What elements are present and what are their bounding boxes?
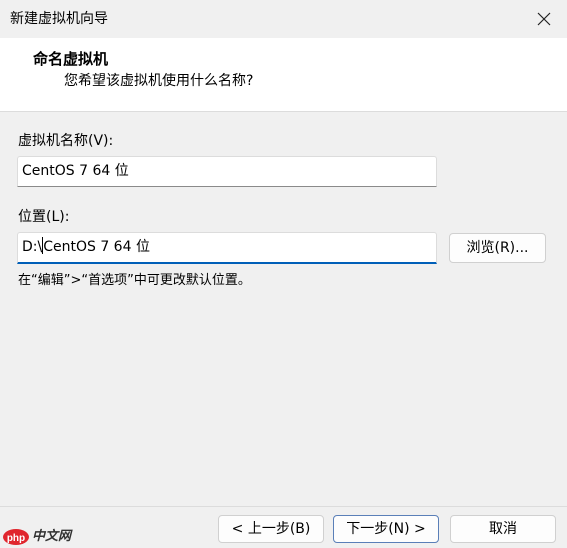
watermark-text: 中文网 — [32, 529, 72, 544]
location-label: 位置(L): — [18, 209, 70, 225]
title-bar: 新建虚拟机向导 — [0, 0, 567, 39]
page-subtitle: 您希望该虚拟机使用什么名称? — [64, 73, 254, 89]
window-title: 新建虚拟机向导 — [10, 11, 108, 27]
cancel-button[interactable]: 取消 — [450, 515, 556, 543]
close-icon — [537, 12, 551, 26]
watermark-logo: php — [7, 533, 25, 544]
page-title: 命名虚拟机 — [33, 50, 109, 68]
watermark: php 中文网 — [2, 528, 82, 546]
location-input[interactable]: D:\CentOS 7 64 位 — [17, 232, 437, 264]
location-value-suffix: CentOS 7 64 位 — [43, 239, 150, 255]
footer-divider — [0, 506, 567, 507]
php-logo-icon: php — [3, 529, 29, 545]
wizard-header: 命名虚拟机 您希望该虚拟机使用什么名称? — [0, 38, 567, 112]
next-button[interactable]: 下一步(N) > — [333, 515, 439, 543]
close-button[interactable] — [521, 0, 567, 38]
back-button[interactable]: < 上一步(B) — [218, 515, 324, 543]
vm-name-value: CentOS 7 64 位 — [22, 163, 129, 179]
vm-name-label: 虚拟机名称(V): — [18, 133, 114, 149]
browse-button[interactable]: 浏览(R)... — [449, 233, 546, 263]
location-value-prefix: D:\ — [22, 239, 43, 255]
vm-name-input[interactable]: CentOS 7 64 位 — [17, 156, 437, 187]
location-hint: 在“编辑”>“首选项”中可更改默认位置。 — [18, 273, 251, 288]
